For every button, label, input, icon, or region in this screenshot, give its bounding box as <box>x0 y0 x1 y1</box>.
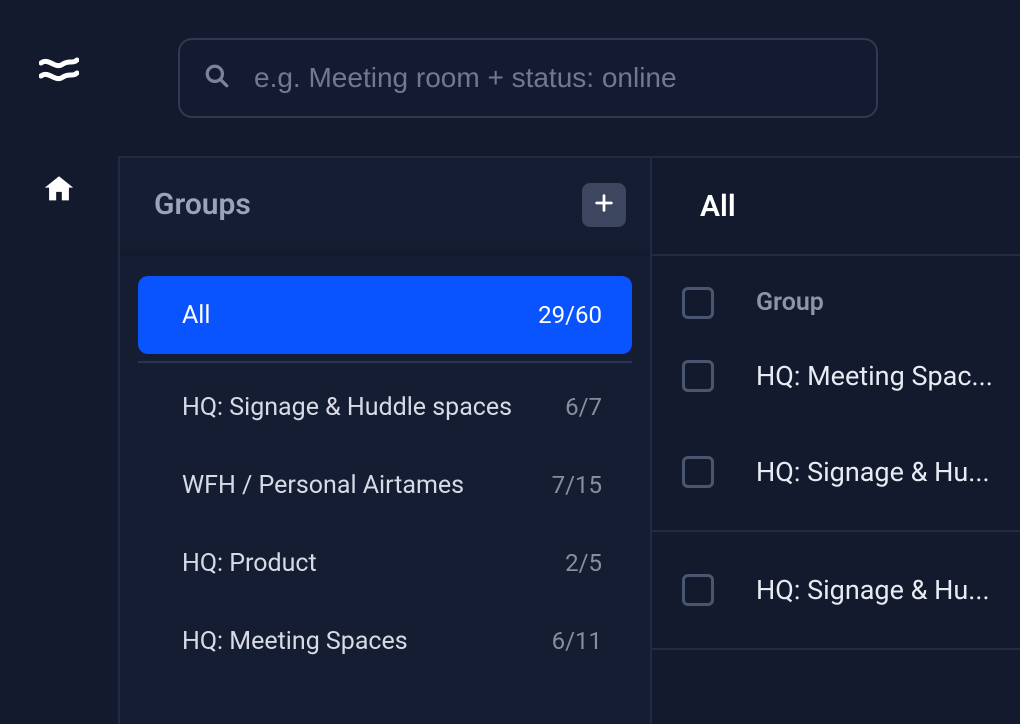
column-header-group: Group <box>756 288 824 317</box>
search-icon <box>204 63 230 93</box>
search-input[interactable] <box>254 62 852 94</box>
groups-list: All 29/60 HQ: Signage & Huddle spaces 6/… <box>120 256 650 680</box>
home-icon[interactable] <box>42 172 76 206</box>
select-all-checkbox[interactable] <box>682 287 714 319</box>
list-row[interactable]: HQ: Meeting Spac... <box>652 354 1020 414</box>
row-checkbox[interactable] <box>682 574 714 606</box>
group-item[interactable]: WFH / Personal Airtames 7/15 <box>138 446 632 524</box>
logo-icon <box>39 56 79 82</box>
group-label: HQ: Product <box>182 549 317 578</box>
group-count: 6/7 <box>565 393 602 421</box>
row-group-label: HQ: Meeting Spac... <box>756 360 993 392</box>
group-item[interactable]: HQ: Meeting Spaces 6/11 <box>138 602 632 680</box>
groups-panel: Groups All 29/60 HQ: Sig <box>118 158 652 724</box>
row-checkbox[interactable] <box>682 456 714 488</box>
groups-header: Groups <box>120 158 650 256</box>
group-count: 29/60 <box>538 301 602 329</box>
row-group-label: HQ: Signage & Hu... <box>756 456 990 488</box>
group-item[interactable]: HQ: Signage & Huddle spaces 6/7 <box>138 368 632 446</box>
nav-rail <box>0 0 118 724</box>
group-label: All <box>182 301 210 330</box>
list-row[interactable]: HQ: Signage & Hu... <box>652 532 1020 650</box>
group-count: 6/11 <box>552 627 602 655</box>
groups-title: Groups <box>154 187 251 222</box>
group-count: 7/15 <box>552 471 602 499</box>
list-rows: HQ: Meeting Spac... HQ: Signage & Hu... … <box>652 354 1020 650</box>
group-label: HQ: Signage & Huddle spaces <box>182 393 512 422</box>
group-count: 2/5 <box>565 549 602 577</box>
group-item-all[interactable]: All 29/60 <box>138 276 632 354</box>
group-label: WFH / Personal Airtames <box>182 471 464 500</box>
list-title: All <box>652 158 1020 256</box>
list-row[interactable]: HQ: Signage & Hu... <box>652 414 1020 532</box>
main-area: Groups All 29/60 HQ: Sig <box>118 0 1020 724</box>
search-bar[interactable] <box>178 38 878 118</box>
row-checkbox[interactable] <box>682 360 714 392</box>
add-group-button[interactable] <box>582 183 626 227</box>
group-separator <box>138 361 632 363</box>
row-group-label: HQ: Signage & Hu... <box>756 574 990 606</box>
search-bar-container <box>118 0 878 156</box>
list-table-header: Group <box>652 256 1020 354</box>
plus-icon <box>593 192 615 218</box>
content-row: Groups All 29/60 HQ: Sig <box>118 156 1020 724</box>
list-panel: All Group HQ: Meeting Spac... HQ: Signag… <box>652 158 1020 724</box>
group-label: HQ: Meeting Spaces <box>182 627 408 656</box>
group-item[interactable]: HQ: Product 2/5 <box>138 524 632 602</box>
